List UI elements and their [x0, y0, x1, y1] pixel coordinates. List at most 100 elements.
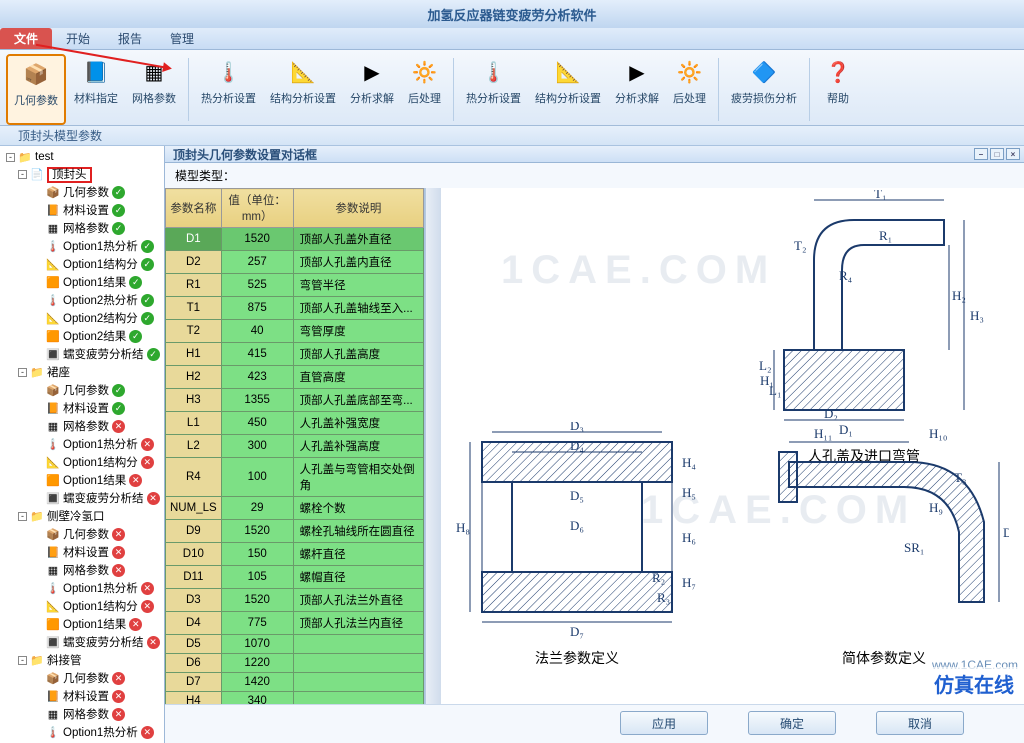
param-row[interactable]: D2257顶部人孔盖内直径	[166, 251, 424, 274]
param-row[interactable]: D4775顶部人孔法兰内直径	[166, 612, 424, 635]
param-value[interactable]: 1520	[221, 589, 293, 612]
param-value[interactable]: 525	[221, 274, 293, 297]
param-row[interactable]: T1875顶部人孔盖轴线至入...	[166, 297, 424, 320]
param-value[interactable]: 1070	[221, 635, 293, 654]
param-row[interactable]: H2423直管高度	[166, 366, 424, 389]
param-value[interactable]: 450	[221, 412, 293, 435]
param-value[interactable]: 105	[221, 566, 293, 589]
tree-item[interactable]: 📙材料设置✓	[0, 399, 164, 417]
param-value[interactable]: 1520	[221, 520, 293, 543]
window-close-icon[interactable]: ×	[1006, 148, 1020, 160]
apply-button[interactable]: 应用	[620, 711, 708, 735]
table-scrollbar[interactable]	[425, 188, 441, 704]
ribbon-分析求解-9[interactable]: ▶分析求解	[609, 54, 665, 125]
expander-icon[interactable]: -	[18, 170, 27, 179]
col-param-desc[interactable]: 参数说明	[293, 189, 423, 228]
tree-item[interactable]: 📙材料设置✕	[0, 687, 164, 705]
tree-item[interactable]: 📐Option2结构分✓	[0, 309, 164, 327]
tree-item[interactable]: 📦几何参数✓	[0, 183, 164, 201]
param-row[interactable]: D61220	[166, 654, 424, 673]
parameter-table[interactable]: 参数名称 值（单位：mm） 参数说明 D11520顶部人孔盖外直径D2257顶部…	[165, 188, 425, 704]
tree-item[interactable]: 🌡️Option1热分析✕	[0, 579, 164, 597]
param-row[interactable]: R1525弯管半径	[166, 274, 424, 297]
ribbon-热分析设置-7[interactable]: 🌡️热分析设置	[460, 54, 527, 125]
tree-item[interactable]: -📁侧壁冷氢口	[0, 507, 164, 525]
param-value[interactable]: 775	[221, 612, 293, 635]
expander-icon[interactable]: -	[6, 153, 15, 162]
tree-item[interactable]: 🌡️Option1热分析✕	[0, 723, 164, 741]
param-row[interactable]: D11105螺帽直径	[166, 566, 424, 589]
param-value[interactable]: 40	[221, 320, 293, 343]
param-value[interactable]: 1355	[221, 389, 293, 412]
param-value[interactable]: 300	[221, 435, 293, 458]
tree-item[interactable]: ▦网格参数✓	[0, 219, 164, 237]
tree-item[interactable]: -📁裙座	[0, 363, 164, 381]
param-row[interactable]: H31355顶部人孔盖底部至弯...	[166, 389, 424, 412]
ribbon-结构分析设置-4[interactable]: 📐结构分析设置	[264, 54, 342, 125]
ok-button[interactable]: 确定	[748, 711, 836, 735]
param-value[interactable]: 1420	[221, 673, 293, 692]
param-value[interactable]: 340	[221, 692, 293, 705]
tree-item[interactable]: 🟧Option1结果✕	[0, 615, 164, 633]
tree-item[interactable]: -📁test	[0, 149, 164, 165]
param-row[interactable]: H4340	[166, 692, 424, 705]
param-row[interactable]: T240弯管厚度	[166, 320, 424, 343]
project-tree[interactable]: -📁test-📄顶封头📦几何参数✓📙材料设置✓▦网格参数✓🌡️Option1热分…	[0, 146, 165, 743]
param-row[interactable]: D10150螺杆直径	[166, 543, 424, 566]
ribbon-热分析设置-3[interactable]: 🌡️热分析设置	[195, 54, 262, 125]
tree-item[interactable]: 🌡️Option1热分析✕	[0, 435, 164, 453]
param-value[interactable]: 150	[221, 543, 293, 566]
ribbon-后处理-6[interactable]: 🔆后处理	[402, 54, 447, 125]
window-min-icon[interactable]: –	[974, 148, 988, 160]
param-value[interactable]: 1520	[221, 228, 293, 251]
tree-item[interactable]: 📐Option1结构分✓	[0, 255, 164, 273]
tree-item[interactable]: 📐Option1结构分✕	[0, 597, 164, 615]
param-row[interactable]: H1415顶部人孔盖高度	[166, 343, 424, 366]
param-row[interactable]: NUM_LS29螺栓个数	[166, 497, 424, 520]
tree-item[interactable]: 📐Option1结构分✕	[0, 453, 164, 471]
param-value[interactable]: 423	[221, 366, 293, 389]
tree-item[interactable]: 🔳蠕变疲劳分析结✓	[0, 345, 164, 363]
ribbon-几何参数-0[interactable]: 📦几何参数	[6, 54, 66, 125]
param-row[interactable]: D11520顶部人孔盖外直径	[166, 228, 424, 251]
menu-管理[interactable]: 管理	[156, 28, 208, 49]
tree-item[interactable]: 🟧Option2结果✓	[0, 327, 164, 345]
tree-item[interactable]: 📦几何参数✕	[0, 525, 164, 543]
ribbon-结构分析设置-8[interactable]: 📐结构分析设置	[529, 54, 607, 125]
tree-item[interactable]: 🌡️Option2热分析✓	[0, 291, 164, 309]
expander-icon[interactable]: -	[18, 368, 27, 377]
tree-item[interactable]: 🌡️Option1热分析✓	[0, 237, 164, 255]
tree-item[interactable]: ▦网格参数✕	[0, 561, 164, 579]
param-row[interactable]: R4100人孔盖与弯管相交处倒角	[166, 458, 424, 497]
param-row[interactable]: D31520顶部人孔法兰外直径	[166, 589, 424, 612]
param-value[interactable]: 100	[221, 458, 293, 497]
tree-item[interactable]: 📦几何参数✓	[0, 381, 164, 399]
tree-item[interactable]: ▦网格参数✕	[0, 705, 164, 723]
param-row[interactable]: D91520螺栓孔轴线所在圆直径	[166, 520, 424, 543]
menu-报告[interactable]: 报告	[104, 28, 156, 49]
ribbon-疲劳损伤分析-11[interactable]: 🔷疲劳损伤分析	[725, 54, 803, 125]
tree-item[interactable]: ▦网格参数✕	[0, 417, 164, 435]
ribbon-帮助-12[interactable]: ❓帮助	[816, 54, 860, 125]
param-row[interactable]: D71420	[166, 673, 424, 692]
col-param-value[interactable]: 值（单位：mm）	[221, 189, 293, 228]
tree-item[interactable]: 📙材料设置✓	[0, 201, 164, 219]
param-value[interactable]: 29	[221, 497, 293, 520]
col-param-name[interactable]: 参数名称	[166, 189, 222, 228]
param-value[interactable]: 1220	[221, 654, 293, 673]
tree-item[interactable]: -📄顶封头	[0, 165, 164, 183]
menu-开始[interactable]: 开始	[52, 28, 104, 49]
expander-icon[interactable]: -	[18, 656, 27, 665]
tree-item[interactable]: 🔳蠕变疲劳分析结✕	[0, 633, 164, 651]
ribbon-后处理-10[interactable]: 🔆后处理	[667, 54, 712, 125]
param-value[interactable]: 257	[221, 251, 293, 274]
param-value[interactable]: 875	[221, 297, 293, 320]
window-max-icon[interactable]: □	[990, 148, 1004, 160]
tree-item[interactable]: 📙材料设置✕	[0, 543, 164, 561]
tree-item[interactable]: -📁斜接管	[0, 651, 164, 669]
ribbon-分析求解-5[interactable]: ▶分析求解	[344, 54, 400, 125]
tree-item[interactable]: 📦几何参数✕	[0, 669, 164, 687]
ribbon-材料指定-1[interactable]: 📘材料指定	[68, 54, 124, 125]
tree-item[interactable]: 🟧Option1结果✓	[0, 273, 164, 291]
param-row[interactable]: L2300人孔盖补强高度	[166, 435, 424, 458]
